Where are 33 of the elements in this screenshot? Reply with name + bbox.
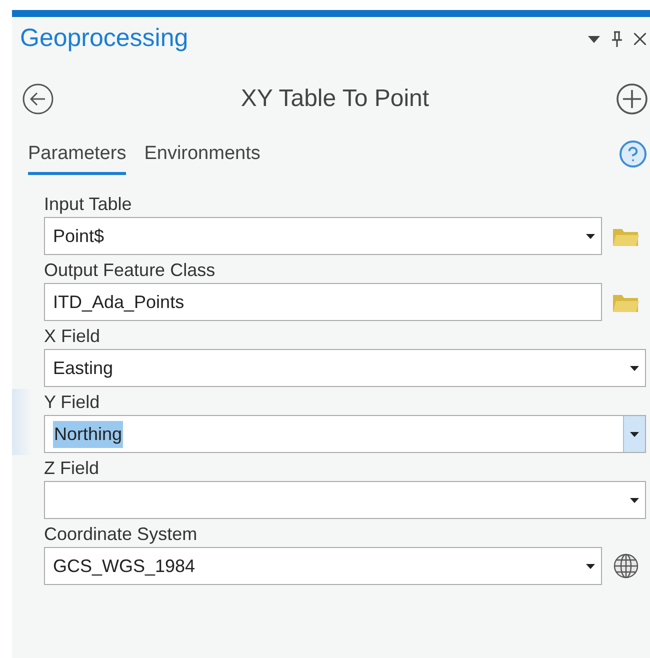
help-icon[interactable] bbox=[618, 139, 648, 169]
globe-icon[interactable] bbox=[613, 553, 639, 579]
dropdown-field[interactable] bbox=[44, 481, 646, 519]
field-value: ITD_Ada_Points bbox=[53, 290, 184, 314]
tab[interactable]: Parameters bbox=[28, 140, 126, 175]
back-icon[interactable] bbox=[22, 83, 54, 115]
dropdown-field[interactable]: Northing bbox=[44, 415, 646, 453]
text-field[interactable]: ITD_Ada_Points bbox=[44, 283, 602, 321]
dropdown-field[interactable]: Easting bbox=[44, 349, 646, 387]
pin-icon[interactable] bbox=[612, 31, 622, 47]
field-value: Point$ bbox=[53, 224, 104, 248]
caret-icon bbox=[586, 564, 594, 568]
tool-title: XY Table To Point bbox=[240, 84, 430, 114]
caret-icon bbox=[630, 366, 638, 370]
field-label: Z Field bbox=[44, 457, 100, 480]
field-label: Output Feature Class bbox=[44, 259, 216, 282]
pane-title: Geoprocessing bbox=[20, 23, 190, 54]
caret-icon bbox=[586, 234, 594, 238]
dropdown-field[interactable]: Point$ bbox=[44, 217, 602, 255]
field-value: GCS_WGS_1984 bbox=[53, 554, 196, 578]
close-icon[interactable] bbox=[634, 33, 646, 45]
caret-icon bbox=[630, 432, 639, 436]
dropdown-field[interactable]: GCS_WGS_1984 bbox=[44, 547, 602, 585]
field-value: Easting bbox=[53, 356, 114, 380]
field-value: Northing bbox=[53, 420, 124, 448]
caret-icon bbox=[630, 498, 638, 502]
field-label: Input Table bbox=[44, 193, 133, 216]
field-label: Y Field bbox=[44, 391, 101, 414]
tab[interactable]: Environments bbox=[144, 140, 260, 175]
add-icon[interactable] bbox=[616, 83, 648, 115]
field-label: X Field bbox=[44, 325, 102, 348]
field-label: Coordinate System bbox=[44, 523, 198, 546]
dropdown-icon[interactable] bbox=[588, 36, 600, 42]
